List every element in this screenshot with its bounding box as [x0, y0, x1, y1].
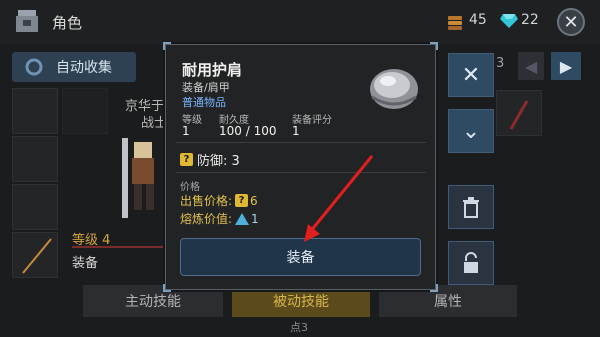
inventory-slot[interactable] [496, 90, 542, 136]
divider [176, 142, 426, 143]
equip-row: 装备 [72, 252, 172, 272]
corner-ornament [163, 42, 171, 50]
close-button[interactable]: ✕ [557, 8, 585, 36]
shoulder-armor-icon [366, 63, 422, 115]
defense-icon: ? [180, 153, 193, 166]
item-icon [509, 100, 529, 130]
auto-collect-label: 自动收集 [56, 60, 112, 76]
close-icon: ✕ [461, 62, 481, 88]
item-rarity: 普通物品 [182, 96, 226, 109]
chevron-left-icon: ◀ [524, 56, 538, 76]
corner-ornament [163, 284, 171, 292]
gem-count: 22 [521, 12, 539, 28]
smelt-value: 1 [251, 211, 259, 226]
sell-price-label: 出售价格: [180, 194, 233, 208]
equip-slot-gloves[interactable] [12, 184, 58, 230]
corner-ornament [430, 284, 438, 292]
character-icon [14, 8, 40, 36]
defense-stat: ? 防御: 3 [180, 150, 240, 169]
lock-button[interactable] [448, 241, 494, 285]
stat-value-durability: 100 / 100 [219, 124, 277, 138]
equip-slot-helmet[interactable] [12, 88, 58, 134]
corner-ornament [430, 42, 438, 50]
tutorial-arrow [304, 155, 374, 242]
spear-icon [22, 238, 52, 274]
item-type: 装备/肩甲 [182, 81, 230, 94]
skill-points: 点3 [290, 321, 308, 334]
gold-stack-icon [447, 13, 463, 31]
equip-label: 装备 [72, 256, 99, 271]
sell-price-value: 6 [250, 193, 258, 208]
level-bar: 等级 4 [72, 229, 172, 249]
unlock-icon [464, 252, 478, 273]
trash-icon [463, 197, 479, 218]
discard-button[interactable] [448, 185, 494, 229]
equip-slot-weapon[interactable] [12, 232, 58, 278]
close-detail-button[interactable]: ✕ [448, 53, 494, 97]
stat-value-level: 1 [182, 124, 190, 138]
smelt-value-row: 熔炼价值: 1 [180, 210, 259, 227]
chevron-down-icon: ⌄ [461, 118, 481, 144]
character-sprite [104, 128, 164, 228]
xp-bar [72, 246, 167, 248]
diamond-icon [500, 13, 518, 29]
coin-icon: ? [235, 194, 249, 207]
item-name: 耐用护肩 [182, 61, 243, 79]
equip-slot-empty[interactable] [62, 88, 108, 134]
prev-page-button[interactable]: ◀ [518, 52, 544, 80]
chevron-right-icon: ▶ [559, 56, 573, 76]
page-indicator: 3 [496, 56, 505, 71]
stat-value-score: 1 [292, 124, 300, 138]
auto-collect-button[interactable]: 自动收集 [12, 52, 136, 82]
price-title: 价格 [180, 182, 200, 193]
page-title: 角色 [52, 14, 83, 32]
defense-label: 防御: 3 [197, 154, 240, 169]
gold-count: 45 [469, 12, 487, 28]
equip-slot-armor[interactable] [12, 136, 58, 182]
sell-price-row: 出售价格: ? 6 [180, 192, 258, 209]
next-page-button[interactable]: ▶ [551, 52, 581, 80]
collect-icon [24, 58, 44, 76]
essence-icon [235, 212, 250, 225]
close-icon: ✕ [563, 11, 579, 33]
smelt-value-label: 熔炼价值: [180, 212, 233, 226]
collapse-button[interactable]: ⌄ [448, 109, 494, 153]
